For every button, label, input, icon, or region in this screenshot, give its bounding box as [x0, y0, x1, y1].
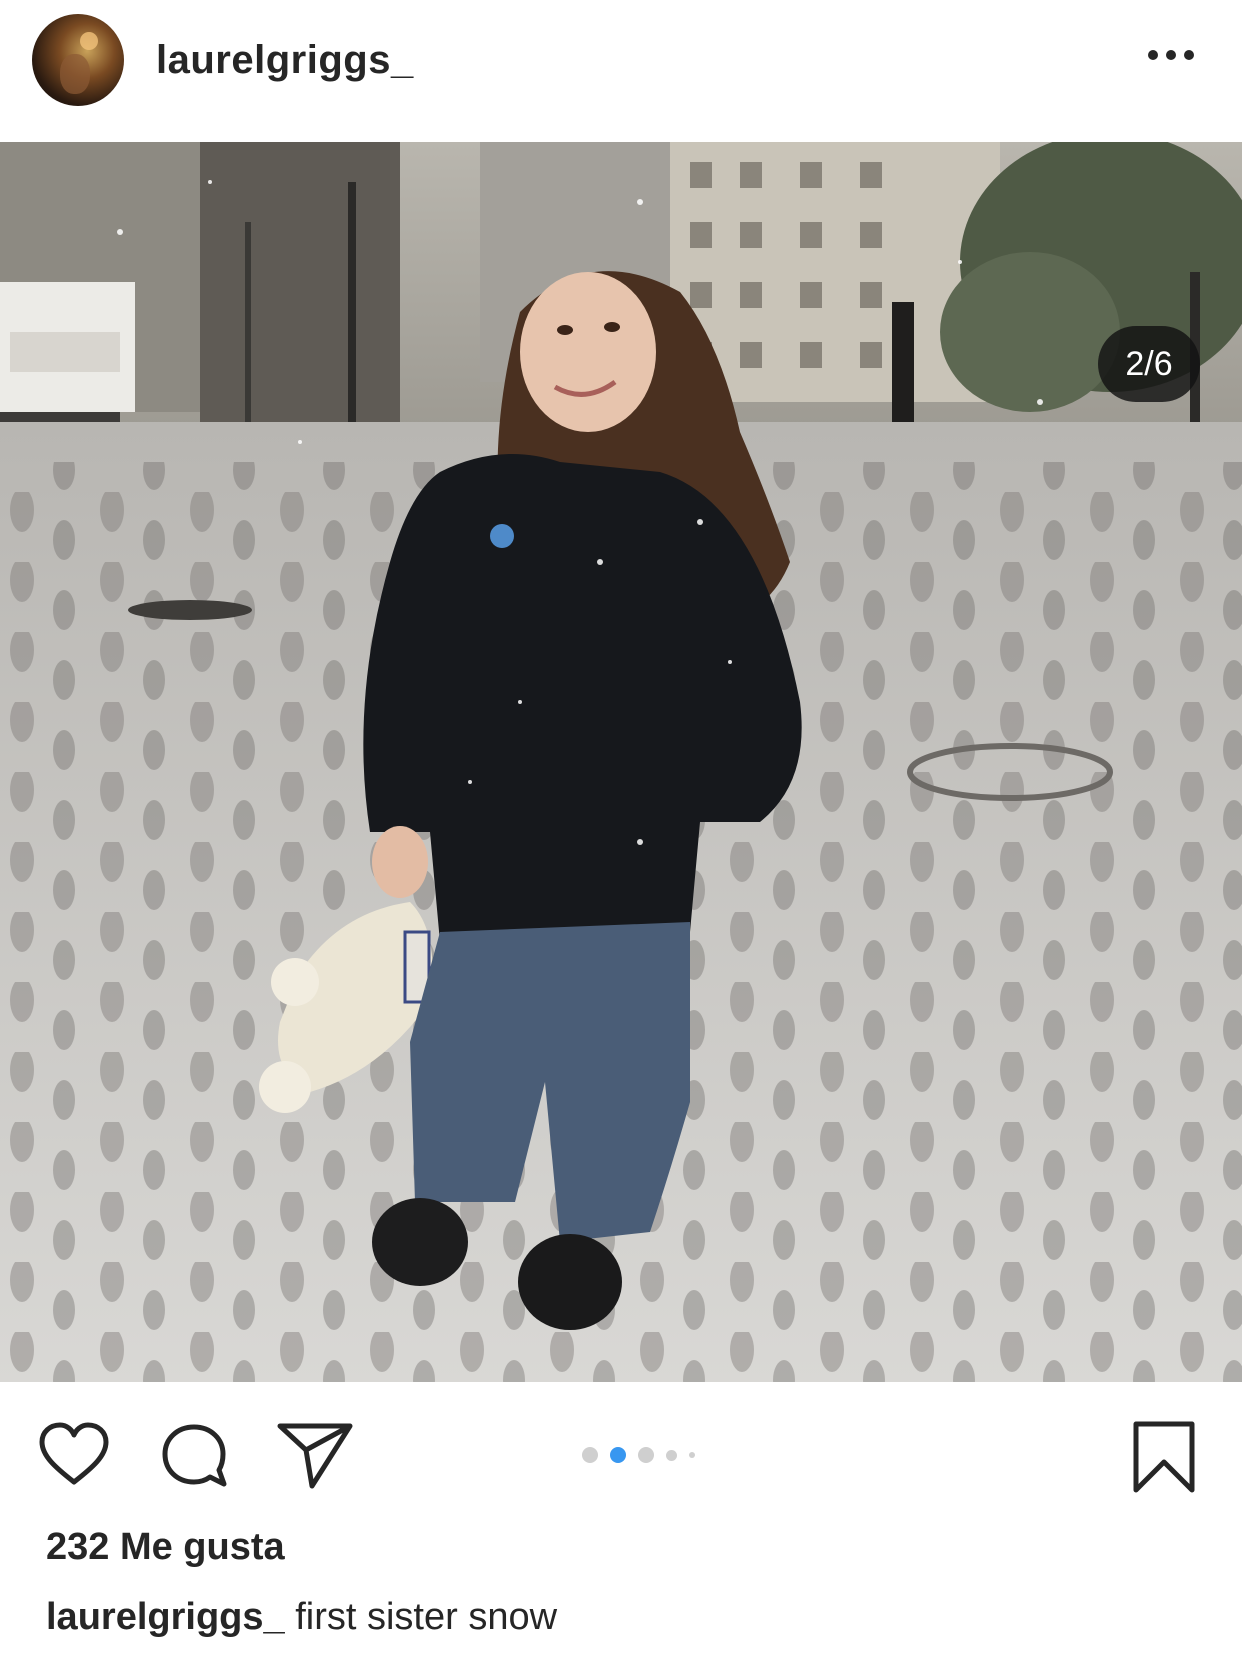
caption-text: first sister snow: [295, 1596, 558, 1638]
header-username[interactable]: laurelgriggs_: [156, 38, 414, 83]
more-options-icon[interactable]: [1148, 50, 1194, 60]
carousel-dot-active: [610, 1447, 626, 1463]
carousel-indicator: [582, 1447, 695, 1463]
post-photo[interactable]: 2/6: [0, 142, 1242, 1382]
carousel-dot: [666, 1449, 677, 1461]
profile-avatar[interactable]: [32, 14, 124, 106]
post-caption: laurelgriggs_ first sister snow: [46, 1596, 557, 1639]
caption-username[interactable]: laurelgriggs_: [46, 1596, 285, 1638]
heart-icon[interactable]: [38, 1422, 110, 1488]
avatar-highlight: [80, 32, 98, 50]
bookmark-icon[interactable]: [1130, 1420, 1198, 1496]
post-header: laurelgriggs_: [0, 0, 1242, 140]
carousel-dot: [582, 1447, 598, 1463]
image-counter-badge: 2/6: [1098, 326, 1200, 402]
likes-count[interactable]: 232 Me gusta: [46, 1526, 285, 1569]
avatar-face: [60, 54, 90, 94]
carousel-dot: [689, 1452, 695, 1458]
comment-bubble-icon[interactable]: [160, 1422, 230, 1492]
paper-plane-icon[interactable]: [276, 1420, 354, 1490]
carousel-dot: [638, 1447, 654, 1463]
